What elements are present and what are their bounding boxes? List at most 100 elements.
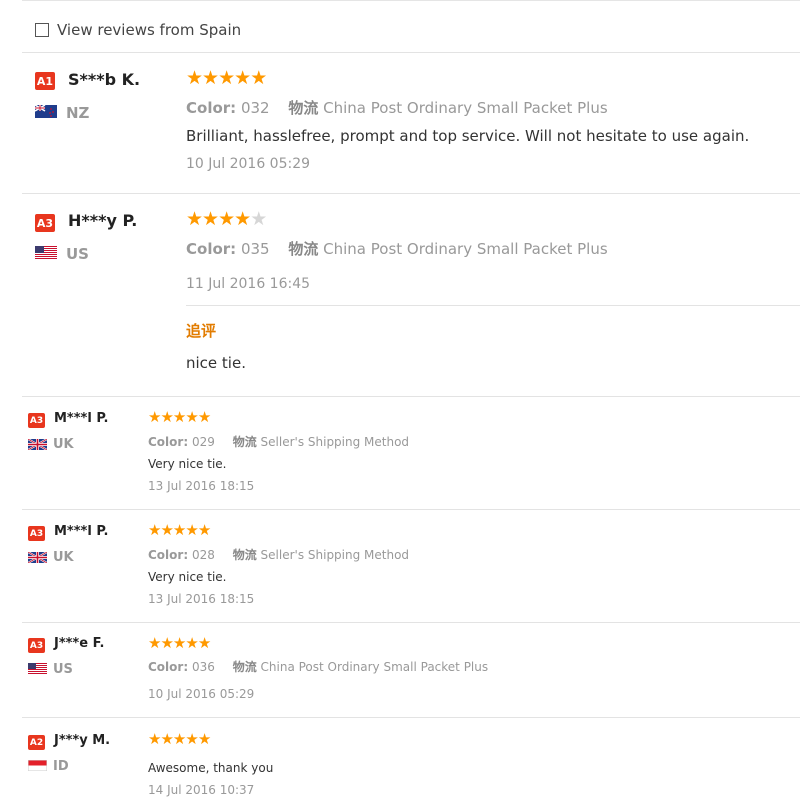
star-icon: ★ (160, 634, 174, 652)
followup-divider (186, 305, 800, 306)
country-filter[interactable]: View reviews from Spain (35, 20, 241, 40)
star-icon: ★ (202, 208, 220, 230)
divider (22, 193, 800, 194)
reviewer-name: M***l P. (54, 411, 109, 426)
color-value: 028 (191, 548, 215, 562)
shipping-label: 物流 (288, 99, 319, 117)
star-icon: ★ (172, 408, 187, 426)
color-label: Color: (148, 435, 189, 449)
star-icon: ★ (160, 521, 174, 539)
followup-label: 追评 (186, 322, 217, 340)
shipping-method: China Post Ordinary Small Packet Plus (323, 240, 608, 258)
review-date: 11 Jul 2016 16:45 (186, 276, 311, 292)
buyer-level-badge: A3 (28, 638, 45, 653)
us-flag-icon (28, 663, 47, 674)
review-date: 13 Jul 2016 18:15 (148, 479, 255, 493)
buyer-level-badge: A3 (28, 526, 45, 541)
star-icon: ★ (218, 67, 236, 89)
review-text: Awesome, thank you (148, 761, 274, 775)
followup-text: nice tie. (186, 354, 246, 372)
star-rating: ★ ★ ★ ★ ★ (148, 634, 212, 652)
star-rating: ★ ★ ★ ★ ★ (148, 730, 212, 748)
uk-flag-icon (28, 552, 47, 563)
order-info: Color: 028 物流 Seller's Shipping Method (148, 546, 409, 563)
star-icon: ★ (148, 634, 162, 652)
star-icon: ★ (250, 208, 268, 230)
color-label: Color: (148, 548, 189, 562)
order-info: Color: 029 物流 Seller's Shipping Method (148, 433, 409, 450)
reviewer-country: US (53, 662, 73, 677)
star-icon: ★ (185, 521, 199, 539)
shipping-method: Seller's Shipping Method (260, 548, 410, 562)
reviewer-country: NZ (66, 104, 90, 122)
buyer-level-badge: A1 (35, 72, 55, 90)
star-icon: ★ (148, 730, 162, 748)
color-value: 036 (191, 660, 215, 674)
filter-checkbox[interactable] (35, 23, 49, 37)
color-value: 029 (191, 435, 215, 449)
uk-flag-icon (28, 439, 47, 450)
star-icon: ★ (148, 408, 162, 426)
color-value: 032 (240, 99, 270, 117)
new-zealand-flag-icon (35, 105, 57, 118)
filter-label: View reviews from Spain (57, 21, 242, 39)
shipping-label: 物流 (232, 435, 257, 449)
star-icon: ★ (202, 67, 220, 89)
shipping-method: China Post Ordinary Small Packet Plus (323, 99, 608, 117)
star-icon: ★ (185, 408, 199, 426)
top-divider (22, 0, 800, 1)
reviewer-name: M***l P. (54, 524, 109, 539)
review-date: 10 Jul 2016 05:29 (148, 687, 255, 701)
color-label: Color: (186, 99, 237, 117)
star-icon: ★ (186, 67, 204, 89)
reviewer-country: US (66, 245, 89, 263)
star-icon: ★ (172, 521, 187, 539)
reviewer-country: ID (53, 759, 69, 774)
reviewer-name: J***y M. (54, 733, 111, 748)
star-icon: ★ (148, 521, 162, 539)
star-icon: ★ (197, 634, 212, 652)
shipping-label: 物流 (288, 240, 319, 258)
color-label: Color: (186, 240, 237, 258)
star-icon: ★ (218, 208, 236, 230)
buyer-level-badge: A2 (28, 735, 45, 750)
order-info: Color: 035 物流 China Post Ordinary Small … (186, 238, 608, 259)
star-rating: ★ ★ ★ ★ ★ (148, 408, 212, 426)
star-icon: ★ (197, 408, 212, 426)
divider (22, 622, 800, 623)
review-text: Brilliant, hasslefree, prompt and top se… (186, 127, 750, 145)
star-icon: ★ (197, 730, 212, 748)
divider (22, 52, 800, 53)
star-rating: ★ ★ ★ ★ ★ (186, 67, 268, 89)
color-value: 035 (240, 240, 270, 258)
shipping-method: China Post Ordinary Small Packet Plus (260, 660, 489, 674)
buyer-level-badge: A3 (28, 413, 45, 428)
color-label: Color: (148, 660, 189, 674)
star-icon: ★ (185, 730, 199, 748)
star-icon: ★ (234, 208, 252, 230)
star-icon: ★ (160, 408, 174, 426)
order-info: Color: 032 物流 China Post Ordinary Small … (186, 97, 608, 118)
reviewer-name: H***y P. (68, 211, 138, 230)
star-icon: ★ (172, 730, 187, 748)
us-flag-icon (35, 246, 57, 259)
review-text: Very nice tie. (148, 457, 227, 471)
review-date: 14 Jul 2016 10:37 (148, 783, 255, 797)
star-icon: ★ (172, 634, 187, 652)
divider (22, 509, 800, 510)
star-icon: ★ (197, 521, 212, 539)
divider (22, 717, 800, 718)
review-text: Very nice tie. (148, 570, 227, 584)
shipping-method: Seller's Shipping Method (260, 435, 410, 449)
shipping-label: 物流 (232, 660, 257, 674)
star-icon: ★ (160, 730, 174, 748)
reviewer-country: UK (53, 437, 74, 452)
divider (22, 396, 800, 397)
order-info: Color: 036 物流 China Post Ordinary Small … (148, 658, 488, 675)
star-icon: ★ (250, 67, 268, 89)
reviewer-country: UK (53, 550, 74, 565)
star-icon: ★ (186, 208, 204, 230)
reviewer-name: J***e F. (54, 636, 105, 651)
review-date: 10 Jul 2016 05:29 (186, 156, 311, 172)
buyer-level-badge: A3 (35, 214, 55, 232)
